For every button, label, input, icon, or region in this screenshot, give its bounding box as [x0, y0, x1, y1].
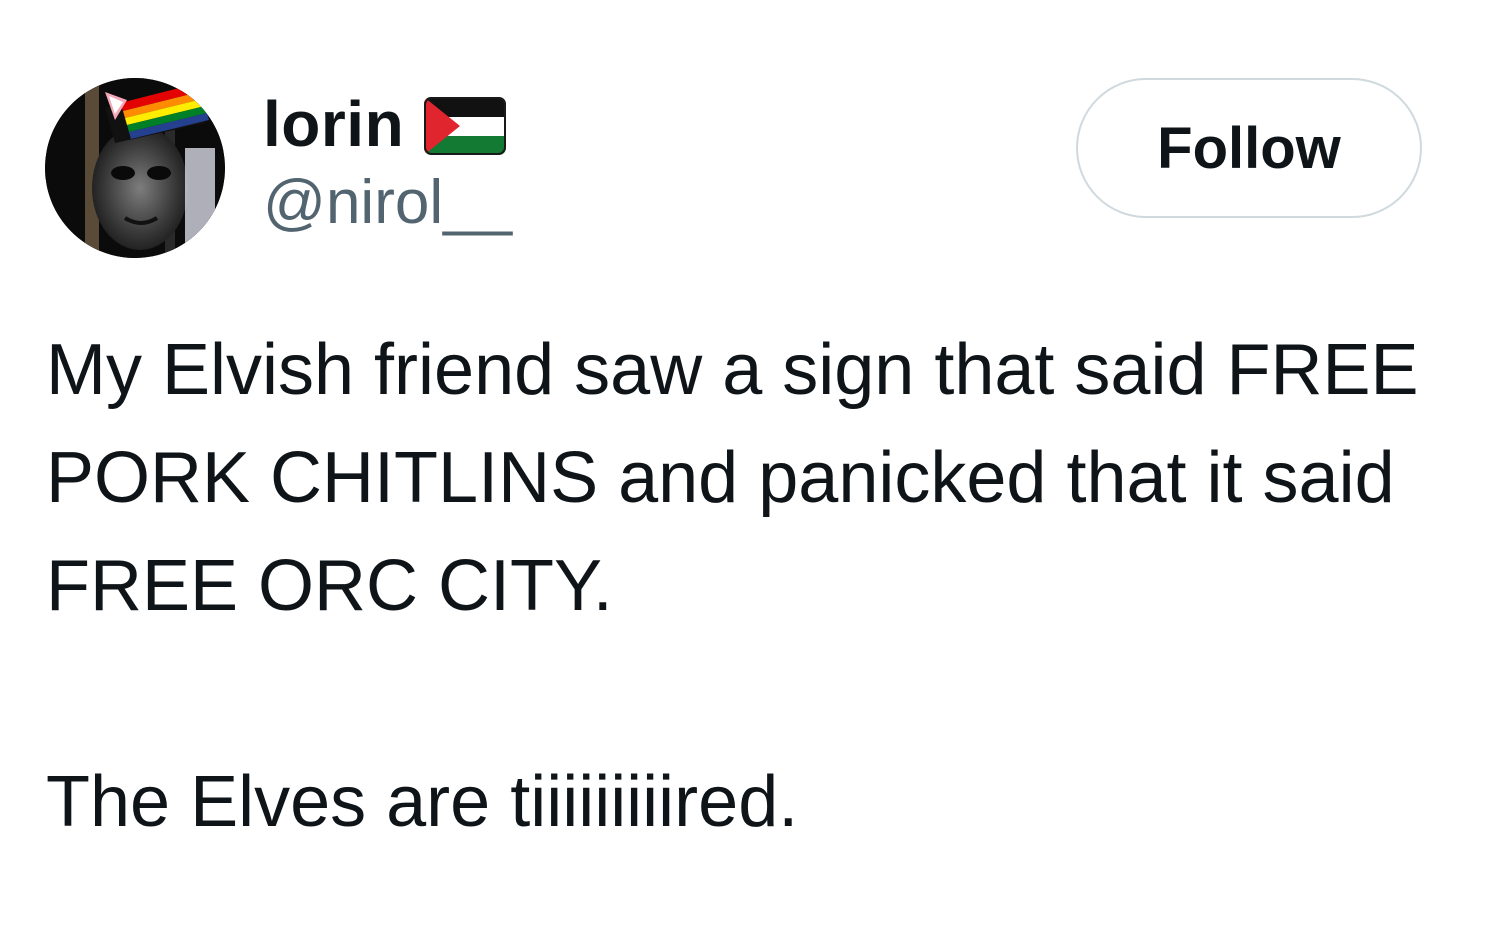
follow-button[interactable]: Follow — [1076, 78, 1422, 218]
user-handle[interactable]: @nirol__ — [263, 170, 512, 236]
tweet-line: FREE ORC CITY. — [46, 546, 613, 626]
display-name[interactable]: lorin — [263, 84, 404, 164]
tweet-line: My Elvish friend saw a sign that said FR… — [46, 330, 1419, 410]
tweet-text: My Elvish friend saw a sign that said FR… — [46, 316, 1476, 856]
display-name-row: lorin — [263, 84, 512, 164]
user-names: lorin @nirol__ — [263, 84, 512, 236]
palestine-flag-icon — [424, 97, 507, 155]
profile-avatar[interactable] — [45, 78, 225, 258]
tweet-line: PORK CHITLINS and panicked that it said — [46, 438, 1395, 518]
tweet-line: The Elves are tiiiiiiiiired. — [46, 762, 799, 842]
